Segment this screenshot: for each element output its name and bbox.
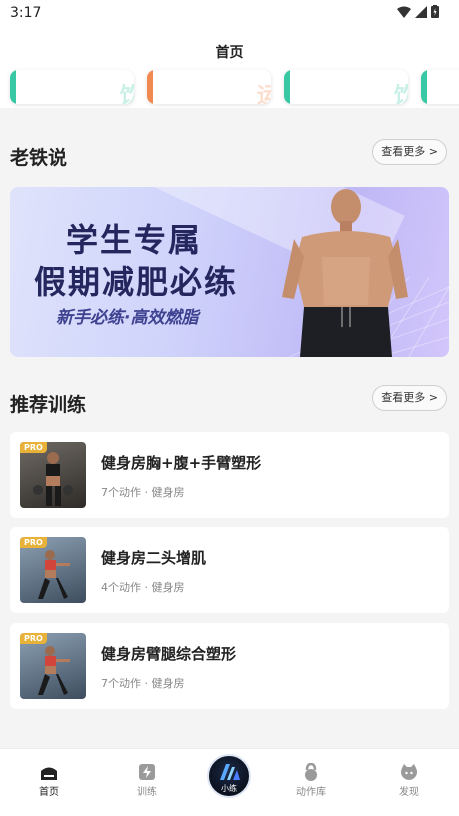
category-strip[interactable]: 饮 运 饮 <box>0 66 459 108</box>
category-char: 饮 <box>393 84 408 104</box>
tab-home[interactable]: 首页 <box>19 763 79 798</box>
tab-label: 训练 <box>137 787 157 798</box>
home-icon <box>41 767 57 780</box>
status-bar: 3:17 <box>0 0 459 26</box>
pro-badge: PRO <box>20 442 47 453</box>
promo-banner[interactable]: 学生专属 假期减肥必练 新手必练·高效燃脂 <box>10 187 449 357</box>
page-title: 首页 <box>215 45 244 61</box>
workout-thumbnail: PRO <box>20 442 86 508</box>
tab-train[interactable]: 训练 <box>117 763 177 798</box>
lightning-icon <box>139 764 155 780</box>
view-more-button[interactable]: 查看更多 > <box>372 385 447 411</box>
card-accent-bar <box>147 70 153 104</box>
workout-meta: 7个动作 · 健身房 <box>101 486 185 499</box>
center-button-label: 小练 <box>221 784 237 793</box>
banner-headline-2: 假期减肥必练 <box>34 263 239 301</box>
workout-meta: 7个动作 · 健身房 <box>101 677 185 690</box>
card-accent-bar <box>421 70 427 104</box>
category-card-exercise[interactable]: 运 <box>147 70 271 104</box>
banner-subtitle: 新手必练·高效燃脂 <box>56 308 199 328</box>
tab-discover[interactable]: 发现 <box>379 763 439 798</box>
tab-label: 动作库 <box>296 787 326 798</box>
category-char: 运 <box>256 84 271 104</box>
workout-card[interactable]: PRO 健身房臂腿综合塑形 7个动作 · 健身房 <box>10 623 449 709</box>
status-icons <box>397 5 439 18</box>
workout-title: 健身房臂腿综合塑形 <box>101 645 237 663</box>
category-card-diet-2[interactable]: 饮 <box>284 70 408 104</box>
signal-icon <box>415 5 427 18</box>
discover-face-icon <box>401 764 417 780</box>
workout-card[interactable]: PRO 健身房胸+腹+手臂塑形 7个动作 · 健身房 <box>10 432 449 518</box>
section-title-recommended: 推荐训练 <box>10 394 87 416</box>
workout-title: 健身房二头增肌 <box>101 549 207 567</box>
status-time: 3:17 <box>10 5 42 21</box>
category-card-partial[interactable] <box>421 70 459 104</box>
category-char: 饮 <box>119 84 134 104</box>
pro-badge: PRO <box>20 633 47 644</box>
card-accent-bar <box>284 70 290 104</box>
workout-meta: 4个动作 · 健身房 <box>101 581 185 594</box>
tab-label: 发现 <box>399 787 419 798</box>
workout-title: 健身房胸+腹+手臂塑形 <box>101 454 262 472</box>
section-title-laotie: 老铁说 <box>10 147 68 169</box>
view-more-button[interactable]: 查看更多 > <box>372 139 447 165</box>
battery-icon <box>431 5 439 18</box>
brand-logo-icon <box>220 764 240 780</box>
workout-thumbnail: PRO <box>20 633 86 699</box>
workout-thumbnail: PRO <box>20 537 86 603</box>
banner-headline-1: 学生专属 <box>66 221 203 259</box>
category-card-diet[interactable]: 饮 <box>10 70 134 104</box>
pro-badge: PRO <box>20 537 47 548</box>
tab-library[interactable]: 动作库 <box>281 763 341 798</box>
center-action-button[interactable]: 小练 <box>207 754 251 798</box>
kettlebell-icon <box>305 763 317 781</box>
card-accent-bar <box>10 70 16 104</box>
workout-card[interactable]: PRO 健身房二头增肌 4个动作 · 健身房 <box>10 527 449 613</box>
athlete-figure <box>282 189 408 357</box>
tab-label: 首页 <box>39 787 59 798</box>
wifi-icon <box>397 6 411 18</box>
bottom-tab-bar: 首页 训练 小练 动作库 发现 <box>0 748 459 816</box>
